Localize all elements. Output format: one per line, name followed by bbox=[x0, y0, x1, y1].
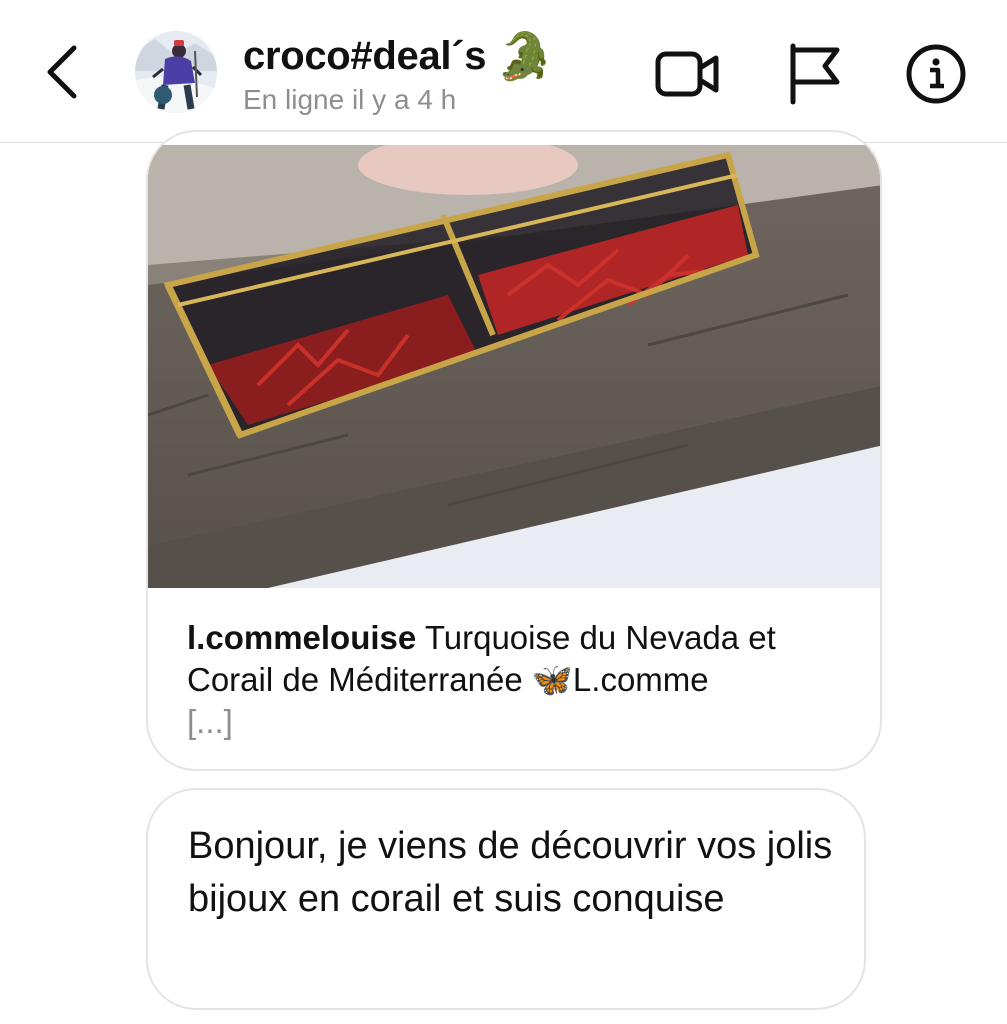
post-caption: l.commelouise Turquoise du Nevada et Cor… bbox=[187, 617, 867, 743]
post-image bbox=[148, 145, 880, 588]
avatar[interactable] bbox=[135, 31, 217, 113]
post-caption-more[interactable]: [...] bbox=[187, 701, 867, 743]
contact-title[interactable]: croco#deal´s 🐊 bbox=[243, 28, 553, 84]
chevron-left-icon bbox=[47, 45, 77, 99]
chat-header: croco#deal´s 🐊 En ligne il y a 4 h bbox=[0, 0, 1007, 143]
flag-icon bbox=[790, 43, 840, 105]
shared-post[interactable]: l.commelouise Turquoise du Nevada et Cor… bbox=[146, 130, 882, 771]
crocodile-emoji: 🐊 bbox=[496, 30, 554, 82]
message-bubble[interactable]: Bonjour, je viens de découvrir vos jolis… bbox=[146, 788, 866, 1010]
video-camera-icon bbox=[655, 51, 719, 97]
info-button[interactable] bbox=[903, 42, 969, 106]
info-icon bbox=[906, 44, 966, 104]
online-status: En ligne il y a 4 h bbox=[243, 84, 457, 115]
contact-name: croco#deal´s bbox=[243, 33, 487, 78]
back-button[interactable] bbox=[38, 42, 86, 102]
message-text: Bonjour, je viens de découvrir vos jolis… bbox=[188, 825, 833, 920]
video-call-button[interactable] bbox=[654, 42, 720, 106]
post-username[interactable]: l.commelouise bbox=[187, 619, 416, 656]
report-button[interactable] bbox=[783, 42, 849, 106]
avatar-image bbox=[135, 31, 217, 113]
